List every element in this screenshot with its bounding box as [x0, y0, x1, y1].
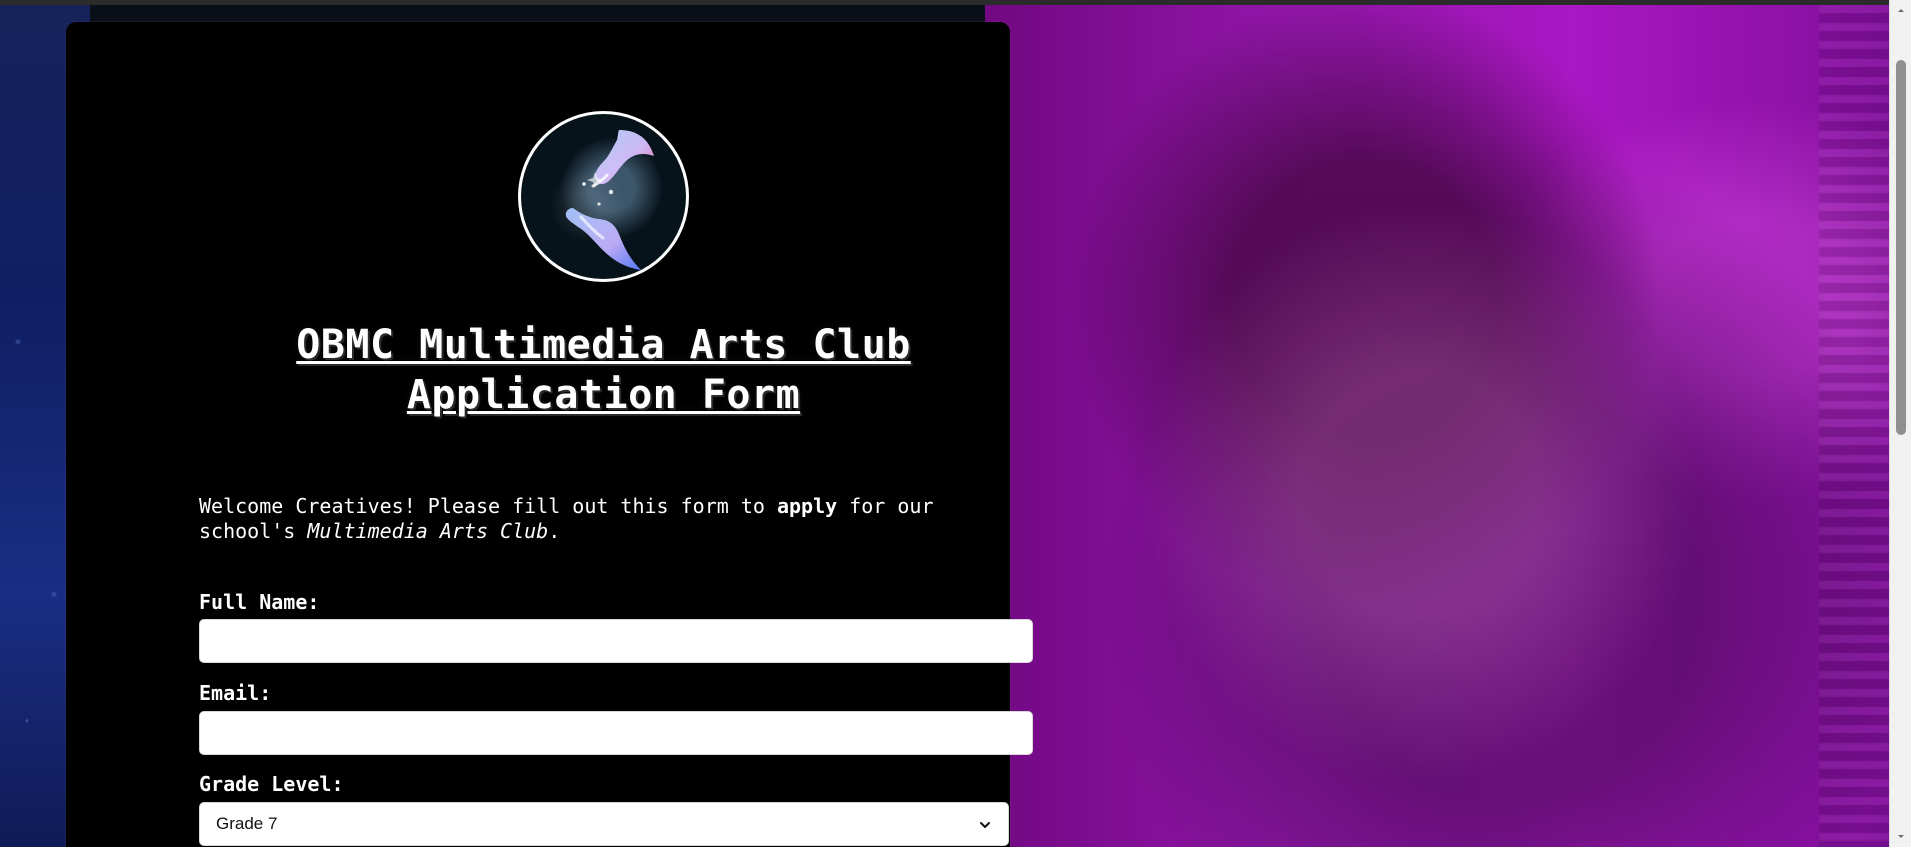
page-scrollbar[interactable] — [1889, 0, 1911, 847]
background-right-photo — [985, 5, 1889, 847]
full-name-input[interactable] — [199, 619, 1033, 663]
page-title: OBMC Multimedia Arts Club Application Fo… — [226, 320, 981, 420]
scroll-thumb[interactable] — [1896, 60, 1906, 435]
scroll-up-icon[interactable] — [1890, 0, 1911, 22]
intro-text: Welcome Creatives! Please fill out this … — [199, 494, 1029, 544]
club-logo — [518, 111, 689, 282]
title-line-2: Application Form — [406, 372, 801, 418]
full-name-label: Full Name: — [199, 590, 320, 614]
intro-part-1: Welcome Creatives! Please fill out this … — [199, 494, 777, 518]
grade-level-select[interactable]: Grade 7 — [199, 802, 1009, 846]
application-form-card: OBMC Multimedia Arts Club Application Fo… — [66, 22, 1033, 847]
email-input[interactable] — [199, 711, 1033, 755]
intro-emphasis-apply: apply — [776, 494, 838, 518]
chevron-down-icon — [978, 817, 992, 831]
email-label: Email: — [199, 681, 272, 705]
grade-level-label: Grade Level: — [199, 772, 344, 796]
scroll-down-icon[interactable] — [1890, 825, 1911, 847]
hands-sparkle-logo-icon — [565, 130, 654, 270]
intro-end: . — [548, 519, 561, 543]
intro-club-name: Multimedia Arts Club — [307, 519, 549, 543]
title-line-1: OBMC Multimedia Arts Club — [296, 322, 911, 368]
page-viewport: OBMC Multimedia Arts Club Application Fo… — [0, 0, 1889, 847]
grade-level-selected: Grade 7 — [216, 814, 278, 833]
